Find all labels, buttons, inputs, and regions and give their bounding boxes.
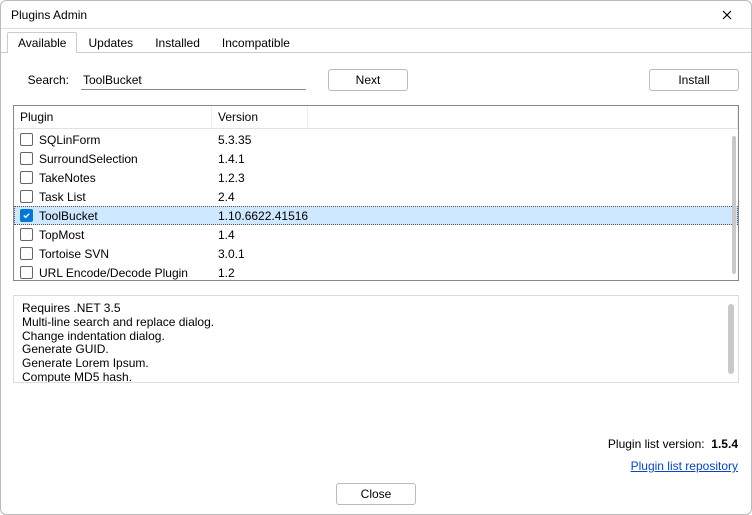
plugin-version: 3.0.1 xyxy=(212,247,308,261)
plugin-list-repository-link[interactable]: Plugin list repository xyxy=(631,459,738,473)
plugin-cell: ToolBucket xyxy=(14,209,212,223)
table-row[interactable]: ToolBucket 1.10.6622.41516 xyxy=(14,206,738,225)
listview-body: SQLinForm 5.3.35 SurroundSelection 1.4.1 Tak… xyxy=(14,130,738,280)
checkbox[interactable] xyxy=(20,247,33,260)
table-row[interactable]: URL Encode/Decode Plugin 1.2 xyxy=(14,263,738,280)
plugin-version: 2.4 xyxy=(212,190,308,204)
checkbox[interactable] xyxy=(20,171,33,184)
description-line: Compute MD5 hash. xyxy=(22,371,730,383)
description-line: Change indentation dialog. xyxy=(22,330,730,344)
search-label: Search: xyxy=(13,73,73,87)
plugin-name: SurroundSelection xyxy=(39,152,138,166)
description-line: Generate Lorem Ipsum. xyxy=(22,357,730,371)
plugin-cell: TopMost xyxy=(14,228,212,242)
search-input[interactable] xyxy=(81,70,306,90)
plugin-version: 1.4.1 xyxy=(212,152,308,166)
table-row[interactable]: SurroundSelection 1.4.1 xyxy=(14,149,738,168)
plugin-version: 1.2.3 xyxy=(212,171,308,185)
footer: Plugin list version: 1.5.4 Plugin list r… xyxy=(608,437,738,473)
description-box: Requires .NET 3.5Multi-line search and r… xyxy=(13,295,739,383)
checkbox[interactable] xyxy=(20,266,33,279)
titlebar: Plugins Admin xyxy=(1,1,751,29)
plugin-name: SQLinForm xyxy=(39,133,100,147)
plugin-cell: TakeNotes xyxy=(14,171,212,185)
plugin-cell: Tortoise SVN xyxy=(14,247,212,261)
bottom-button-row: Close xyxy=(0,483,752,505)
plugin-version: 1.10.6622.41516 xyxy=(212,209,308,223)
plugin-name: URL Encode/Decode Plugin xyxy=(39,266,188,280)
table-row[interactable]: SQLinForm 5.3.35 xyxy=(14,130,738,149)
table-row[interactable]: TakeNotes 1.2.3 xyxy=(14,168,738,187)
table-row[interactable]: TopMost 1.4 xyxy=(14,225,738,244)
plugin-listview: Plugin Version SQLinForm 5.3.35 SurroundSe… xyxy=(13,105,739,281)
table-row[interactable]: Task List 2.4 xyxy=(14,187,738,206)
plugin-cell: URL Encode/Decode Plugin xyxy=(14,266,212,280)
install-button[interactable]: Install xyxy=(649,69,739,91)
plugin-name: TakeNotes xyxy=(39,171,96,185)
column-spacer xyxy=(308,106,738,128)
plugin-name: Task List xyxy=(39,190,86,204)
plugin-list-version: Plugin list version: 1.5.4 xyxy=(608,437,738,451)
checkbox[interactable] xyxy=(20,152,33,165)
window-title: Plugins Admin xyxy=(11,8,87,22)
checkbox[interactable] xyxy=(20,133,33,146)
tab-incompatible[interactable]: Incompatible xyxy=(211,32,301,53)
column-version[interactable]: Version xyxy=(212,106,308,128)
table-row[interactable]: Tortoise SVN 3.0.1 xyxy=(14,244,738,263)
close-icon[interactable] xyxy=(711,1,743,28)
tab-installed[interactable]: Installed xyxy=(144,32,211,53)
plugin-name: ToolBucket xyxy=(39,209,98,223)
description-line: Multi-line search and replace dialog. xyxy=(22,316,730,330)
tabs: AvailableUpdatesInstalledIncompatible xyxy=(1,29,751,53)
description-line: Generate GUID. xyxy=(22,343,730,357)
checkbox[interactable] xyxy=(20,190,33,203)
listview-scrollbar[interactable] xyxy=(732,136,736,274)
plugin-cell: SQLinForm xyxy=(14,133,212,147)
listview-header: Plugin Version xyxy=(14,106,738,129)
plugin-version: 1.4 xyxy=(212,228,308,242)
close-button[interactable]: Close xyxy=(336,483,416,505)
plugin-name: TopMost xyxy=(39,228,84,242)
description-text: Requires .NET 3.5Multi-line search and r… xyxy=(22,302,730,383)
plugin-cell: SurroundSelection xyxy=(14,152,212,166)
plugin-cell: Task List xyxy=(14,190,212,204)
next-button[interactable]: Next xyxy=(328,69,408,91)
description-line: Requires .NET 3.5 xyxy=(22,302,730,316)
tab-updates[interactable]: Updates xyxy=(77,32,144,53)
search-row: Search: Next Install xyxy=(13,69,739,91)
description-scrollbar[interactable] xyxy=(728,304,734,374)
plugin-name: Tortoise SVN xyxy=(39,247,109,261)
checkbox[interactable] xyxy=(20,209,33,222)
content-area: Search: Next Install Plugin Version SQLi… xyxy=(1,53,751,391)
plugin-version: 1.2 xyxy=(212,266,308,280)
plugin-version: 5.3.35 xyxy=(212,133,308,147)
checkbox[interactable] xyxy=(20,228,33,241)
column-plugin[interactable]: Plugin xyxy=(14,106,212,128)
tab-available[interactable]: Available xyxy=(7,32,77,53)
